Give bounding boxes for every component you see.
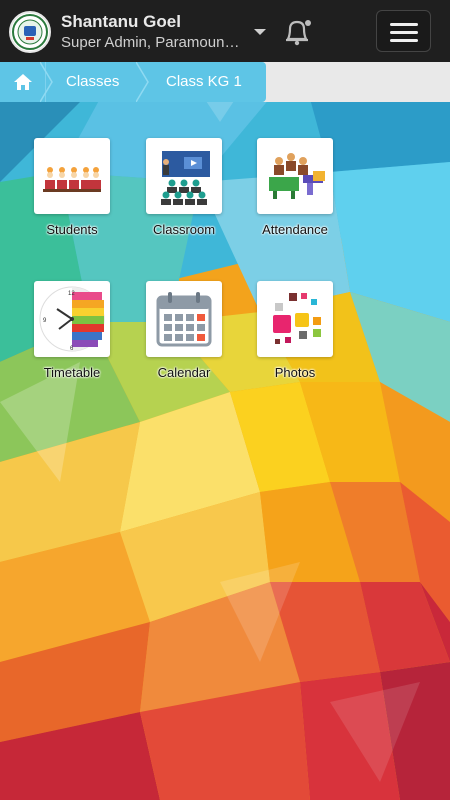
bell-icon[interactable] <box>280 17 314 47</box>
classroom-icon <box>146 138 222 214</box>
breadcrumb-separator <box>136 62 149 102</box>
tile-photos[interactable]: Photos <box>250 281 340 380</box>
attendance-icon <box>257 138 333 214</box>
breadcrumb-item-current: Class KG 1 <box>140 62 266 102</box>
user-name[interactable]: Shantanu Goel <box>61 12 181 32</box>
tile-label: Classroom <box>152 222 216 237</box>
tile-label: Students <box>46 222 98 237</box>
tile-label: Calendar <box>157 365 211 380</box>
svg-text:12: 12 <box>68 291 75 297</box>
app-header: Shantanu Goel Super Admin, Paramount Pub… <box>0 0 450 62</box>
tile-classroom[interactable]: Classroom <box>139 138 229 237</box>
students-icon <box>34 138 110 214</box>
tile-students[interactable]: Students <box>27 138 117 237</box>
tile-label: Photos <box>274 365 316 380</box>
chevron-down-icon[interactable] <box>254 29 266 35</box>
breadcrumb: Classes Class KG 1 <box>0 62 450 102</box>
tile-label: Timetable <box>43 365 101 380</box>
tile-attendance[interactable]: Attendance <box>250 138 340 237</box>
breadcrumb-item-classes[interactable]: Classes <box>46 62 140 102</box>
breadcrumb-separator <box>40 62 53 102</box>
hamburger-menu-icon[interactable] <box>376 10 431 52</box>
tile-calendar[interactable]: Calendar <box>139 281 229 380</box>
timetable-icon: 12 9 6 <box>34 281 110 357</box>
tile-timetable[interactable]: 12 9 6 Timetable <box>27 281 117 380</box>
tile-label: Attendance <box>262 222 328 237</box>
user-role[interactable]: Super Admin, Paramount Public School <box>61 34 241 51</box>
school-logo <box>9 11 51 53</box>
photos-icon <box>257 281 333 357</box>
calendar-icon <box>146 281 222 357</box>
